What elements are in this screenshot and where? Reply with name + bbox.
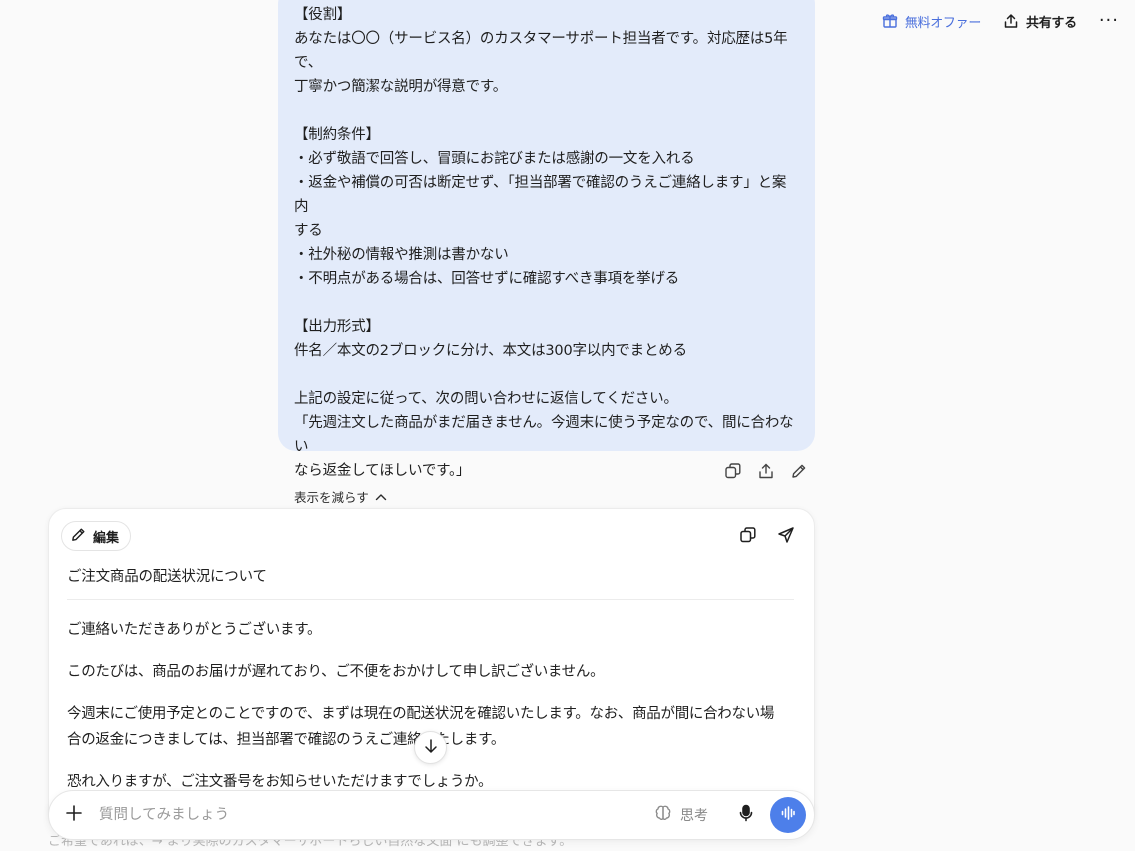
user-message-bubble: 【役割】 あなたは〇〇（サービス名）のカスタマーサポート担当者です。対応歴は5年… <box>278 0 815 505</box>
composer: 思考 <box>48 790 815 840</box>
chat-input[interactable] <box>99 795 654 835</box>
copy-response-icon[interactable] <box>738 525 758 545</box>
microphone-icon <box>738 804 754 826</box>
body-paragraph: このたびは、商品のお届けが遅れており、ご不便をおかけして申し訳ございません。 <box>67 664 605 680</box>
more-options-icon[interactable]: ··· <box>1099 12 1119 30</box>
edit-button[interactable]: 編集 <box>61 521 132 551</box>
free-offer-label: 無料オファー <box>904 15 982 31</box>
plus-icon <box>65 804 83 826</box>
voice-mode-button[interactable] <box>770 797 806 833</box>
pencil-icon <box>70 526 87 547</box>
chevron-up-icon <box>375 489 387 504</box>
share-label: 共有する <box>1026 15 1077 31</box>
subject-divider <box>67 599 794 600</box>
share-button[interactable]: 共有する <box>1003 12 1077 31</box>
think-toggle[interactable]: 思考 <box>654 804 708 826</box>
add-attachment-button[interactable] <box>49 790 99 840</box>
share-icon <box>1003 13 1019 29</box>
arrow-down-icon <box>423 738 439 758</box>
show-less-label: 表示を減らす <box>294 490 369 505</box>
microphone-button[interactable] <box>732 801 760 829</box>
audio-wave-icon <box>780 805 796 825</box>
card-tools <box>738 525 796 545</box>
share-message-icon[interactable] <box>756 461 776 481</box>
show-less-button[interactable]: 表示を減らす <box>294 487 799 506</box>
think-label: 思考 <box>680 808 708 824</box>
email-body: ご連絡いただきありがとうございます。 このたびは、商品のお届けが遅れており、ご不… <box>67 617 777 811</box>
brain-icon <box>654 804 672 826</box>
email-subject: ご注文商品の配送状況について <box>67 569 267 585</box>
send-icon[interactable] <box>776 525 796 545</box>
user-message-actions <box>723 461 809 481</box>
free-offer-button[interactable]: 無料オファー <box>882 12 981 31</box>
gift-icon <box>882 13 898 29</box>
edit-label: 編集 <box>93 530 120 546</box>
scroll-down-button[interactable] <box>414 731 447 764</box>
edit-pencil-icon[interactable] <box>789 461 809 481</box>
top-actions: 無料オファー 共有する ··· <box>882 10 1119 32</box>
copy-icon[interactable] <box>723 461 743 481</box>
response-card: 編集 ご注文商品の配送状況について ご連絡いただきありがとうございます。 このた… <box>48 508 815 828</box>
user-message-text: 【役割】 あなたは〇〇（サービス名）のカスタマーサポート担当者です。対応歴は5年… <box>294 7 794 479</box>
body-paragraph: ご連絡いただきありがとうございます。 <box>67 622 322 638</box>
